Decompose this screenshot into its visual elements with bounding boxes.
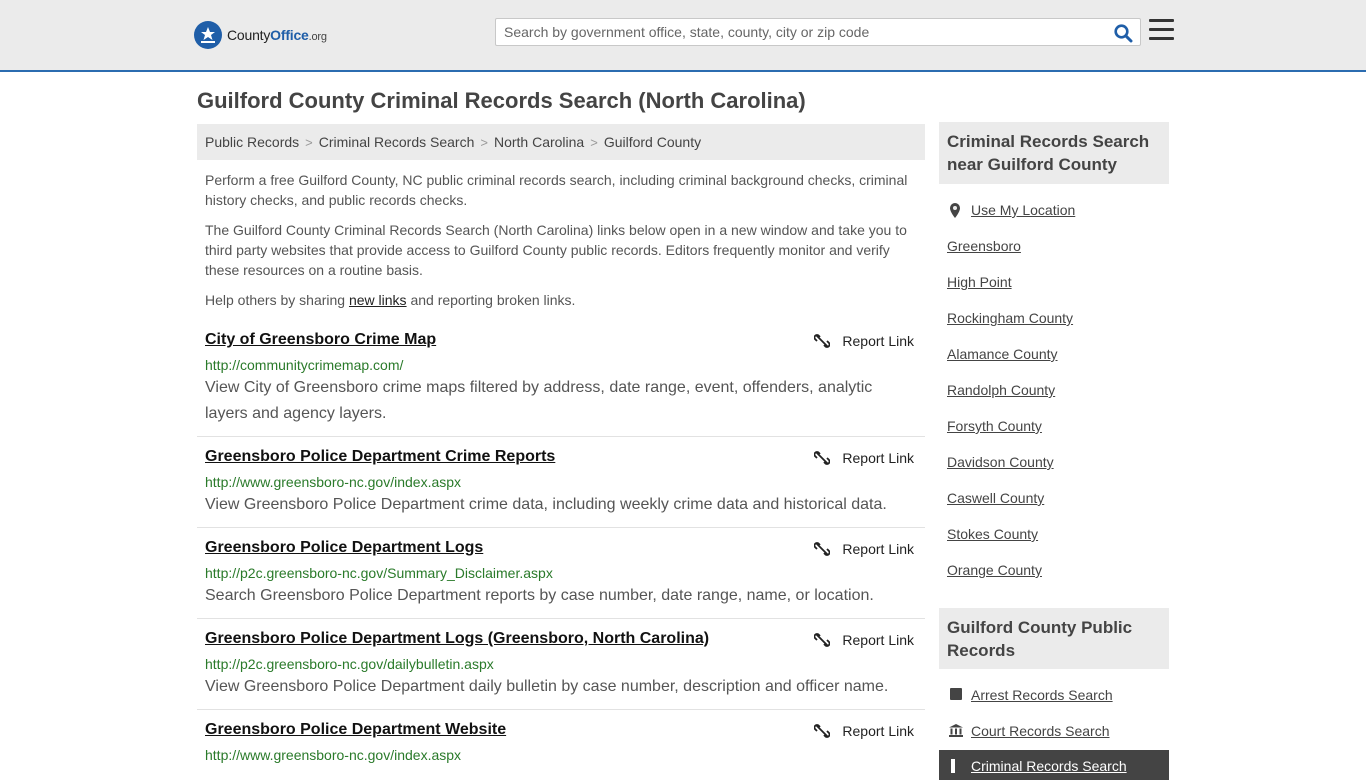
broken-link-icon bbox=[814, 542, 831, 556]
sidebar-nearby-link[interactable]: Caswell County bbox=[947, 490, 1044, 506]
report-link-button[interactable]: Report Link bbox=[814, 541, 914, 557]
logo-seal-icon bbox=[194, 21, 222, 49]
search-input[interactable] bbox=[496, 19, 1106, 45]
report-link-button[interactable]: Report Link bbox=[814, 723, 914, 739]
intro-paragraph-3: Help others by sharing new links and rep… bbox=[205, 290, 917, 310]
breadcrumb-public-records[interactable]: Public Records bbox=[205, 134, 299, 150]
new-links-link[interactable]: new links bbox=[349, 292, 407, 308]
hamburger-menu-icon[interactable] bbox=[1149, 19, 1175, 43]
report-link-button[interactable]: Report Link bbox=[814, 450, 914, 466]
court-records-search-link[interactable]: Court Records Search bbox=[971, 723, 1110, 739]
sidebar-nearby-link[interactable]: Greensboro bbox=[947, 238, 1021, 254]
report-link-label: Report Link bbox=[842, 632, 914, 648]
report-link-label: Report Link bbox=[842, 541, 914, 557]
result-title[interactable]: Greensboro Police Department Crime Repor… bbox=[205, 448, 555, 466]
criminal-records-search-label: Criminal Records Search bbox=[971, 758, 1127, 774]
gavel-icon bbox=[951, 759, 955, 773]
result-item: Greensboro Police Department Website Rep… bbox=[197, 721, 925, 768]
result-title[interactable]: Greensboro Police Department Website bbox=[205, 721, 506, 739]
intro-paragraph-2: The Guilford County Criminal Records Sea… bbox=[205, 222, 907, 278]
breadcrumb-north-carolina[interactable]: North Carolina bbox=[494, 134, 584, 150]
broken-link-icon bbox=[814, 724, 831, 738]
logo-org: .org bbox=[308, 31, 327, 43]
result-url: http://p2c.greensboro-nc.gov/Summary_Dis… bbox=[205, 565, 553, 581]
search-button[interactable] bbox=[1112, 22, 1134, 44]
broken-link-icon bbox=[814, 451, 831, 465]
result-title[interactable]: City of Greensboro Crime Map bbox=[205, 331, 436, 349]
logo-wordmark: CountyOffice.org bbox=[227, 27, 327, 43]
breadcrumb: Public Records > Criminal Records Search… bbox=[197, 124, 925, 160]
broken-link-icon bbox=[814, 633, 831, 647]
sidebar-nearby-link[interactable]: Orange County bbox=[947, 562, 1042, 578]
breadcrumb-separator: > bbox=[590, 134, 598, 150]
courthouse-icon bbox=[949, 724, 963, 737]
intro-help-text: Help others by sharing bbox=[205, 292, 349, 308]
location-pin-icon bbox=[950, 203, 960, 218]
sidebar-nearby-link[interactable]: Randolph County bbox=[947, 382, 1055, 398]
intro-paragraph-1: Perform a free Guilford County, NC publi… bbox=[205, 172, 908, 208]
logo-county: County bbox=[227, 27, 271, 43]
breadcrumb-separator: > bbox=[480, 134, 488, 150]
site-header: CountyOffice.org bbox=[0, 0, 1366, 72]
sidebar-nearby-link[interactable]: High Point bbox=[947, 274, 1012, 290]
use-my-location-link[interactable]: Use My Location bbox=[971, 202, 1075, 218]
sidebar-public-records-heading: Guilford County Public Records bbox=[939, 608, 1169, 669]
result-url: http://communitycrimemap.com/ bbox=[205, 357, 404, 373]
intro-help-text-end: and reporting broken links. bbox=[406, 292, 576, 308]
result-url: http://p2c.greensboro-nc.gov/dailybullet… bbox=[205, 656, 494, 672]
breadcrumb-separator: > bbox=[305, 134, 313, 150]
report-link-button[interactable]: Report Link bbox=[814, 632, 914, 648]
sidebar-nearby-link[interactable]: Davidson County bbox=[947, 454, 1054, 470]
arrest-records-search-link[interactable]: Arrest Records Search bbox=[971, 687, 1113, 703]
report-link-label: Report Link bbox=[842, 450, 914, 466]
result-description: View Greensboro Police Department crime … bbox=[205, 496, 887, 513]
result-description: View City of Greensboro crime maps filte… bbox=[205, 379, 873, 422]
result-title[interactable]: Greensboro Police Department Logs bbox=[205, 539, 483, 557]
site-logo[interactable]: CountyOffice.org bbox=[194, 20, 327, 50]
result-description: View Greensboro Police Department daily … bbox=[205, 678, 889, 695]
logo-office: Office bbox=[270, 27, 309, 43]
search-bar bbox=[495, 18, 1141, 46]
sidebar-nearby-link[interactable]: Rockingham County bbox=[947, 310, 1073, 326]
page-title: Guilford County Criminal Records Search … bbox=[197, 88, 806, 113]
result-item: Greensboro Police Department Logs (Green… bbox=[197, 630, 925, 710]
result-url: http://www.greensboro-nc.gov/index.aspx bbox=[205, 747, 462, 763]
report-link-label: Report Link bbox=[842, 723, 914, 739]
result-item: Greensboro Police Department Crime Repor… bbox=[197, 448, 925, 528]
criminal-records-search-active-link[interactable]: Criminal Records Search bbox=[939, 750, 1169, 780]
sidebar-nearby-link[interactable]: Forsyth County bbox=[947, 418, 1042, 434]
square-icon bbox=[950, 688, 962, 700]
report-link-button[interactable]: Report Link bbox=[814, 333, 914, 349]
search-icon bbox=[1113, 23, 1132, 42]
sidebar-nearby-heading: Criminal Records Search near Guilford Co… bbox=[939, 122, 1169, 184]
result-url: http://www.greensboro-nc.gov/index.aspx bbox=[205, 474, 462, 490]
report-link-label: Report Link bbox=[842, 333, 914, 349]
broken-link-icon bbox=[814, 334, 831, 348]
result-item: City of Greensboro Crime Map Report Link… bbox=[197, 331, 925, 437]
breadcrumb-criminal-records[interactable]: Criminal Records Search bbox=[319, 134, 475, 150]
result-item: Greensboro Police Department Logs Report… bbox=[197, 539, 925, 619]
sidebar-nearby-link[interactable]: Stokes County bbox=[947, 526, 1038, 542]
breadcrumb-guilford-county[interactable]: Guilford County bbox=[604, 134, 701, 150]
result-description: Search Greensboro Police Department repo… bbox=[205, 587, 874, 604]
result-title[interactable]: Greensboro Police Department Logs (Green… bbox=[205, 630, 709, 648]
sidebar-nearby-link[interactable]: Alamance County bbox=[947, 346, 1058, 362]
